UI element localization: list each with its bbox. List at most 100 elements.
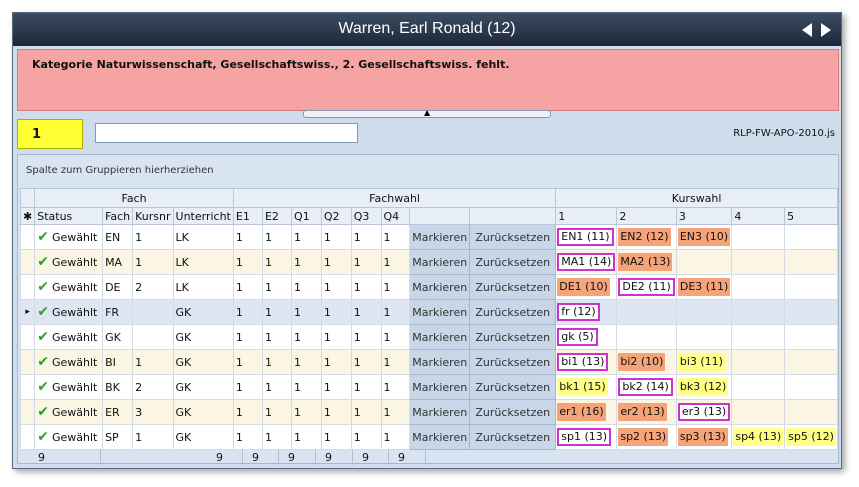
q1-cell[interactable]: 1 [291, 274, 322, 300]
course-chip[interactable]: EN2 (12) [618, 228, 671, 246]
reset-button[interactable]: Zurücksetzen [469, 374, 557, 400]
fach-cell[interactable]: BI [102, 349, 134, 375]
reset-button[interactable]: Zurücksetzen [469, 299, 557, 325]
column-header-k5[interactable]: 5 [784, 207, 838, 225]
e2-cell[interactable]: 1 [261, 274, 293, 300]
fach-cell[interactable]: SP [102, 424, 134, 450]
kurswahl-cell[interactable]: bk2 (14) [616, 374, 677, 400]
kurswahl-cell[interactable] [675, 249, 733, 275]
q3-cell[interactable]: 1 [350, 249, 382, 275]
kurswahl-cell[interactable]: sp5 (12) [784, 424, 838, 450]
kurswahl-cell[interactable]: sp3 (13) [675, 424, 733, 450]
course-chip[interactable]: DE2 (11) [618, 278, 675, 296]
fach-cell[interactable]: DE [102, 274, 134, 300]
q2-cell[interactable]: 1 [320, 374, 352, 400]
q4-cell[interactable]: 1 [380, 274, 411, 300]
e1-cell[interactable]: 1 [232, 224, 263, 250]
q3-cell[interactable]: 1 [350, 224, 382, 250]
kursnr-cell[interactable]: 2 [132, 374, 174, 400]
unterricht-cell[interactable]: LK [172, 274, 234, 300]
column-header-k2[interactable]: 2 [616, 207, 677, 225]
arrow-right-icon[interactable] [821, 23, 831, 37]
q4-cell[interactable]: 1 [380, 399, 411, 425]
kursnr-cell[interactable] [132, 299, 174, 325]
kurswahl-cell[interactable]: DE3 (11) [675, 274, 733, 300]
e2-cell[interactable]: 1 [261, 424, 293, 450]
column-header-k3[interactable]: 3 [675, 207, 733, 225]
column-header-q3[interactable]: Q3 [350, 207, 382, 225]
reset-button[interactable]: Zurücksetzen [469, 324, 557, 350]
unterricht-cell[interactable]: GK [172, 349, 234, 375]
mark-button[interactable]: Markieren [409, 424, 471, 450]
table-row[interactable]: ✔ Gewählt MA 1 LK 1 1 1 1 1 1 Markieren Zurücksetzen… [19, 249, 838, 275]
kurswahl-cell[interactable]: er3 (13) [675, 399, 733, 425]
q4-cell[interactable]: 1 [380, 299, 411, 325]
course-chip[interactable]: er1 (16) [557, 403, 606, 421]
e1-cell[interactable]: 1 [232, 324, 263, 350]
e2-cell[interactable]: 1 [261, 349, 293, 375]
e1-cell[interactable]: 1 [232, 249, 263, 275]
kursnr-cell[interactable]: 1 [132, 249, 174, 275]
q3-cell[interactable]: 1 [350, 424, 382, 450]
kurswahl-cell[interactable] [731, 274, 786, 300]
q4-cell[interactable]: 1 [380, 224, 411, 250]
q1-cell[interactable]: 1 [291, 349, 322, 375]
table-row[interactable]: ✔ Gewählt EN 1 LK 1 1 1 1 1 1 Markieren Zurücksetzen… [19, 224, 838, 250]
band-kurswahl[interactable]: Kurswahl [555, 188, 838, 208]
kursnr-cell[interactable]: 1 [132, 349, 174, 375]
q4-cell[interactable]: 1 [380, 374, 411, 400]
q1-cell[interactable]: 1 [291, 224, 322, 250]
kurswahl-cell[interactable] [784, 249, 838, 275]
unterricht-cell[interactable]: GK [172, 424, 234, 450]
course-chip[interactable]: er2 (13) [618, 403, 667, 421]
column-header-fach[interactable]: Fach [102, 207, 134, 225]
table-row[interactable]: ✔ Gewählt BK 2 GK 1 1 1 1 1 1 Markieren Zurücksetzen… [19, 374, 838, 400]
course-chip[interactable]: EN1 (11) [557, 228, 614, 246]
q1-cell[interactable]: 1 [291, 424, 322, 450]
course-chip[interactable]: bk2 (14) [618, 378, 673, 396]
unterricht-cell[interactable]: LK [172, 249, 234, 275]
kurswahl-cell[interactable]: fr (12) [555, 299, 618, 325]
course-chip[interactable]: bi1 (13) [557, 353, 609, 371]
course-chip[interactable]: fr (12) [557, 303, 600, 321]
column-header-mark[interactable] [409, 207, 471, 225]
course-chip[interactable]: MA2 (13) [618, 253, 673, 271]
mark-button[interactable]: Markieren [409, 324, 471, 350]
column-header-k1[interactable]: 1 [555, 207, 618, 225]
q2-cell[interactable]: 1 [320, 349, 352, 375]
q1-cell[interactable]: 1 [291, 299, 322, 325]
e2-cell[interactable]: 1 [261, 399, 293, 425]
q1-cell[interactable]: 1 [291, 374, 322, 400]
kurswahl-cell[interactable] [784, 349, 838, 375]
course-chip[interactable]: gk (5) [557, 328, 598, 346]
q4-cell[interactable]: 1 [380, 349, 411, 375]
mark-button[interactable]: Markieren [409, 399, 471, 425]
unterricht-cell[interactable]: GK [172, 399, 234, 425]
q2-cell[interactable]: 1 [320, 249, 352, 275]
course-chip[interactable]: sp2 (13) [618, 428, 669, 446]
kurswahl-cell[interactable] [784, 324, 838, 350]
course-chip[interactable]: bk1 (15) [557, 378, 608, 396]
table-row[interactable]: ✔ Gewählt SP 1 GK 1 1 1 1 1 1 Markieren Zurücksetzen… [19, 424, 838, 450]
panel-splitter[interactable]: ▲ [303, 109, 551, 118]
band-fachwahl[interactable]: Fachwahl [232, 188, 557, 208]
kurswahl-cell[interactable] [731, 399, 786, 425]
mark-button[interactable]: Markieren [409, 349, 471, 375]
unterricht-cell[interactable]: LK [172, 224, 234, 250]
kurswahl-cell[interactable]: bi2 (10) [616, 349, 677, 375]
column-header-kursnr[interactable]: Kursnr [132, 207, 174, 225]
reset-button[interactable]: Zurücksetzen [469, 399, 557, 425]
q2-cell[interactable]: 1 [320, 324, 352, 350]
column-header-status[interactable]: Status [34, 207, 104, 225]
kurswahl-cell[interactable]: MA1 (14) [555, 249, 618, 275]
kurswahl-cell[interactable]: EN2 (12) [616, 224, 677, 250]
kursnr-cell[interactable]: 1 [132, 224, 174, 250]
column-header-reset[interactable] [469, 207, 557, 225]
kurswahl-cell[interactable] [784, 299, 838, 325]
fach-cell[interactable]: FR [102, 299, 134, 325]
q2-cell[interactable]: 1 [320, 274, 352, 300]
e1-cell[interactable]: 1 [232, 424, 263, 450]
kursnr-cell[interactable]: 2 [132, 274, 174, 300]
e2-cell[interactable]: 1 [261, 249, 293, 275]
reset-button[interactable]: Zurücksetzen [469, 424, 557, 450]
